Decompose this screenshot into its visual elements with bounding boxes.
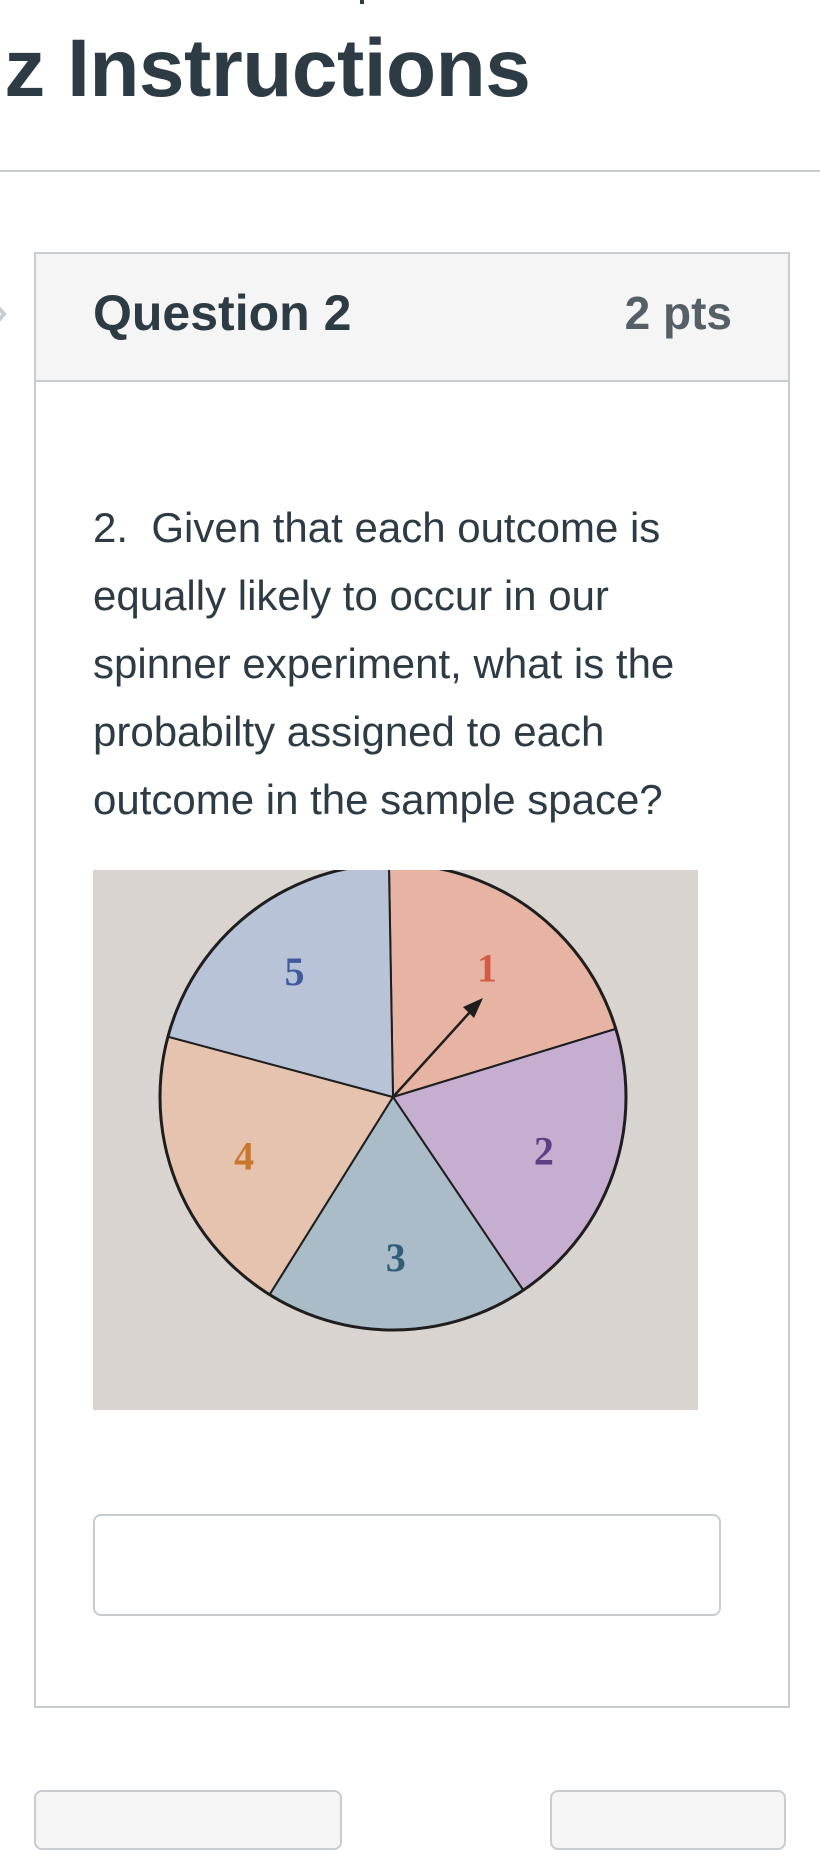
previous-button[interactable] bbox=[34, 1790, 342, 1850]
page-title: iz Instructions bbox=[0, 23, 531, 114]
question-card: Question 2 2 pts 2. Given that each outc… bbox=[34, 252, 790, 1708]
question-name: Question 2 bbox=[93, 285, 352, 341]
title-divider bbox=[0, 170, 820, 172]
spinner-label-2: 2 bbox=[534, 1128, 554, 1173]
question-header: Question 2 2 pts bbox=[36, 254, 788, 382]
answer-input[interactable] bbox=[93, 1514, 721, 1616]
question-text: 2. Given that each outcome is equally li… bbox=[93, 504, 675, 823]
spinner-label-3: 3 bbox=[386, 1235, 406, 1280]
spinner-graphic: 1 2 3 4 5 bbox=[93, 870, 698, 1410]
spinner-label-1: 1 bbox=[477, 946, 497, 991]
chevron-right-icon[interactable] bbox=[0, 296, 8, 332]
next-button[interactable] bbox=[550, 1790, 786, 1850]
top-clipped-text bbox=[360, 0, 364, 4]
spinner-label-4: 4 bbox=[234, 1134, 254, 1179]
spinner-label-5: 5 bbox=[284, 949, 304, 994]
question-points: 2 pts bbox=[624, 287, 732, 339]
spinner-image: 1 2 3 4 5 bbox=[93, 870, 698, 1410]
